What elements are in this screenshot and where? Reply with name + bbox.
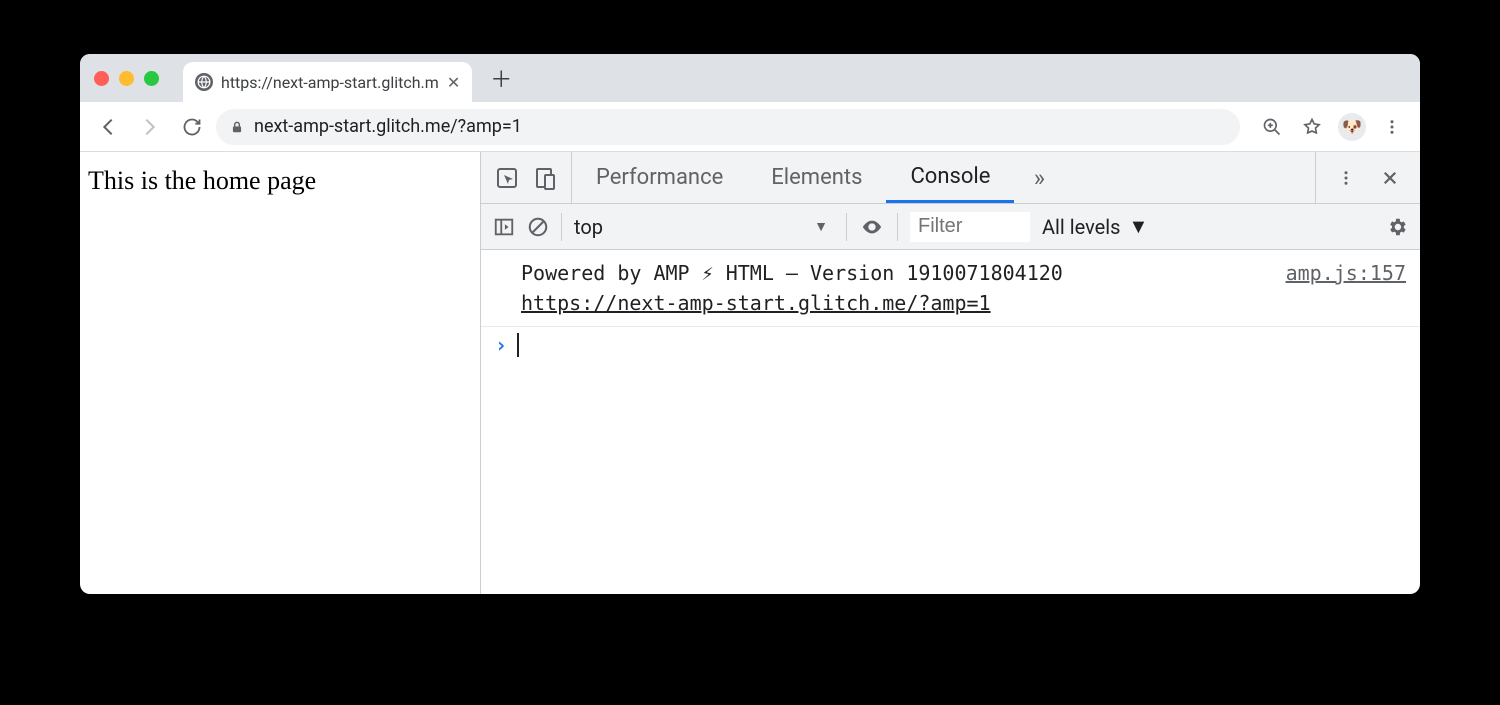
prompt-chevron-icon: ›: [495, 333, 507, 357]
profile-avatar[interactable]: 🐶: [1334, 109, 1370, 145]
context-selector[interactable]: top ▼: [574, 215, 834, 239]
minimize-window-button[interactable]: [119, 71, 134, 86]
globe-icon: [195, 73, 213, 91]
url-text: next-amp-start.glitch.me/?amp=1: [254, 116, 522, 137]
zoom-icon[interactable]: [1254, 109, 1290, 145]
clear-console-icon[interactable]: [527, 216, 549, 238]
devtools-panel: Performance Elements Console »: [480, 152, 1420, 594]
browser-tab[interactable]: https://next-amp-start.glitch.m ✕: [183, 62, 472, 102]
tab-title: https://next-amp-start.glitch.m: [221, 73, 439, 92]
tab-console[interactable]: Console: [886, 152, 1014, 203]
page-viewport[interactable]: This is the home page: [80, 152, 480, 594]
device-toolbar-icon[interactable]: [533, 166, 557, 190]
bookmark-star-icon[interactable]: [1294, 109, 1330, 145]
close-window-button[interactable]: [94, 71, 109, 86]
context-label: top: [574, 215, 603, 239]
address-bar[interactable]: next-amp-start.glitch.me/?amp=1: [216, 109, 1240, 145]
console-settings-icon[interactable]: [1386, 216, 1408, 238]
lock-icon: [230, 119, 244, 135]
page-body-text: This is the home page: [88, 166, 316, 195]
content-area: This is the home page Performance Elemen…: [80, 152, 1420, 594]
console-sidebar-toggle-icon[interactable]: [493, 216, 515, 238]
chevron-down-icon: ▼: [1128, 214, 1148, 239]
menu-button[interactable]: [1374, 109, 1410, 145]
maximize-window-button[interactable]: [144, 71, 159, 86]
close-devtools-icon[interactable]: [1372, 160, 1408, 196]
tab-strip: https://next-amp-start.glitch.m ✕ ＋: [80, 54, 1420, 102]
chevron-down-icon: ▼: [814, 218, 828, 235]
window-controls: [94, 71, 159, 86]
back-button[interactable]: [90, 109, 126, 145]
filter-input[interactable]: [910, 212, 1030, 242]
close-tab-icon[interactable]: ✕: [447, 73, 460, 92]
tab-performance[interactable]: Performance: [572, 152, 747, 203]
reload-button[interactable]: [174, 109, 210, 145]
text-cursor: [517, 333, 519, 357]
devtools-menu-icon[interactable]: [1328, 160, 1364, 196]
log-source-link[interactable]: amp.js:157: [1286, 258, 1406, 318]
log-url-link[interactable]: https://next-amp-start.glitch.me/?amp=1: [521, 291, 991, 315]
inspect-element-icon[interactable]: [495, 166, 519, 190]
devtools-tab-bar: Performance Elements Console »: [481, 152, 1420, 204]
avatar-emoji: 🐶: [1338, 113, 1366, 141]
levels-label: All levels: [1042, 215, 1120, 239]
toolbar-actions: 🐶: [1254, 109, 1410, 145]
console-log-row[interactable]: Powered by AMP ⚡ HTML – Version 19100718…: [481, 250, 1420, 327]
toolbar: next-amp-start.glitch.me/?amp=1 🐶: [80, 102, 1420, 152]
live-expression-eye-icon[interactable]: [859, 216, 885, 238]
browser-window: https://next-amp-start.glitch.m ✕ ＋ next…: [80, 54, 1420, 594]
more-tabs-icon[interactable]: »: [1014, 152, 1064, 203]
new-tab-button[interactable]: ＋: [484, 61, 518, 95]
log-message: Powered by AMP ⚡ HTML – Version 19100718…: [521, 258, 1266, 318]
log-text-line1: Powered by AMP ⚡ HTML – Version 19100718…: [521, 261, 1063, 285]
console-prompt[interactable]: ›: [481, 327, 1420, 363]
console-output[interactable]: Powered by AMP ⚡ HTML – Version 19100718…: [481, 250, 1420, 594]
tab-elements[interactable]: Elements: [747, 152, 886, 203]
console-toolbar: top ▼ All levels ▼: [481, 204, 1420, 250]
forward-button[interactable]: [132, 109, 168, 145]
log-level-selector[interactable]: All levels ▼: [1042, 214, 1148, 239]
